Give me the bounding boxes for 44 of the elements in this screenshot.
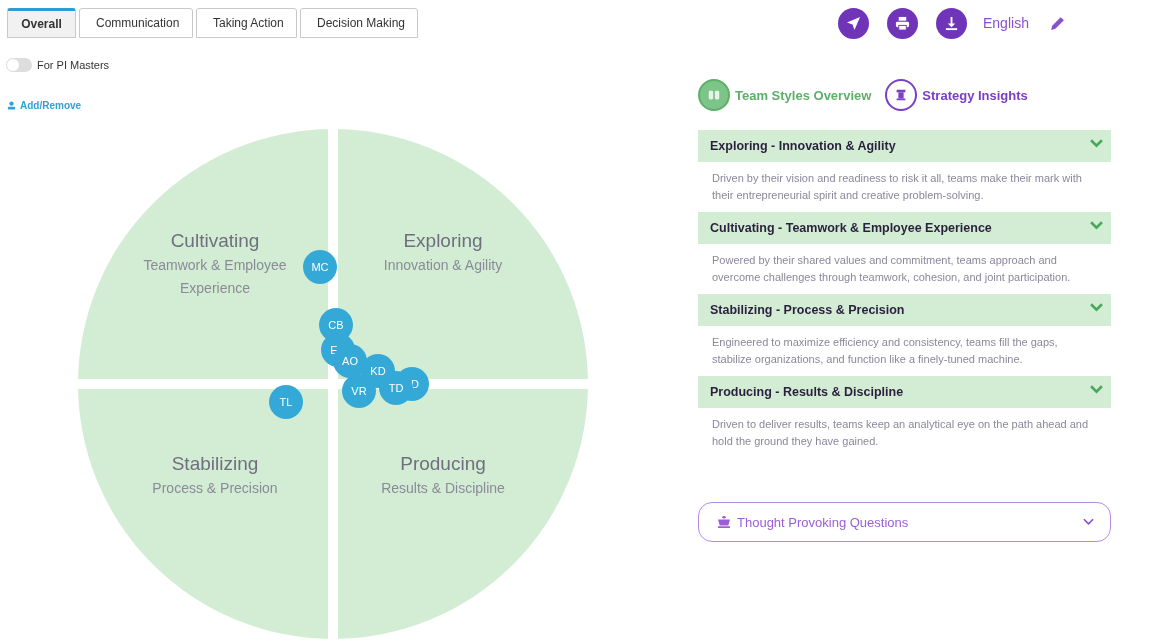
toggle-switch[interactable] bbox=[6, 58, 32, 72]
section-description: Engineered to maximize efficiency and consistency, teams fill the gaps, stabilize organizations, and function like a finely-tuned machine. bbox=[712, 335, 1059, 367]
tab[interactable]: Communication bbox=[79, 8, 193, 38]
print-button[interactable] bbox=[887, 7, 918, 39]
section-description: Driven by their vision and readiness to risk it all, teams make their mark with their entrepreneurial spirit and creative problem-solving. bbox=[712, 171, 1083, 203]
section-header[interactable]: Cultivating - Teamwork & Employee Experience bbox=[698, 212, 1111, 244]
toggle-label: For PI Masters bbox=[37, 59, 110, 71]
cup-icon bbox=[717, 516, 731, 528]
view-tab[interactable]: Strategy Insights bbox=[885, 79, 1028, 111]
quadrant-subtitle: Results & Discipline bbox=[380, 479, 506, 498]
member-avatar[interactable]: MC bbox=[303, 250, 337, 284]
tab[interactable]: Decision Making bbox=[300, 8, 418, 38]
paper-plane-icon bbox=[846, 15, 861, 31]
questions-dropdown[interactable]: Thought Provoking Questions bbox=[698, 502, 1111, 542]
edit-icon[interactable] bbox=[1048, 14, 1066, 32]
member-avatar[interactable]: VR bbox=[342, 374, 376, 408]
view-tab[interactable]: Team Styles Overview bbox=[698, 79, 872, 111]
section-description: Powered by their shared values and commitment, teams approach and overcome challenges through teamwork, cohesion, and joint participation. bbox=[712, 253, 1072, 285]
send-button[interactable] bbox=[838, 7, 869, 39]
tab[interactable]: Taking Action bbox=[196, 8, 297, 38]
chevron-icon bbox=[1090, 385, 1103, 394]
chevron-icon bbox=[1083, 518, 1094, 526]
chevron-icon bbox=[1090, 303, 1103, 312]
download-button[interactable] bbox=[936, 7, 967, 39]
quadrant-title: Cultivating bbox=[169, 230, 261, 252]
section-header[interactable]: Stabilizing - Process & Precision bbox=[698, 294, 1111, 326]
quadrant-subtitle: Process & Precision bbox=[151, 479, 279, 498]
person-icon bbox=[7, 101, 16, 110]
chevron-icon bbox=[1090, 139, 1103, 148]
download-icon bbox=[944, 15, 959, 31]
section-header[interactable]: Exploring - Innovation & Agility bbox=[698, 130, 1111, 162]
quadrant-subtitle: Innovation & Agility bbox=[382, 256, 504, 275]
section-description: Driven to deliver results, teams keep an analytical eye on the path ahead and hold the ground they have gained. bbox=[712, 417, 1090, 449]
language-selector[interactable]: English bbox=[983, 15, 1029, 31]
quadrant-title: Exploring bbox=[402, 230, 484, 252]
member-avatar[interactable]: TL bbox=[269, 385, 303, 419]
quadrant-subtitle: Teamwork & Employee Experience bbox=[142, 256, 288, 298]
quadrant-title: Stabilizing bbox=[170, 453, 260, 475]
printer-icon bbox=[895, 15, 910, 31]
add-remove-link[interactable]: Add/Remove bbox=[7, 100, 82, 111]
quadrant-title: Producing bbox=[399, 453, 487, 475]
tab[interactable]: Overall bbox=[7, 8, 76, 38]
chevron-icon bbox=[1090, 221, 1103, 230]
section-header[interactable]: Producing - Results & Discipline bbox=[698, 376, 1111, 408]
